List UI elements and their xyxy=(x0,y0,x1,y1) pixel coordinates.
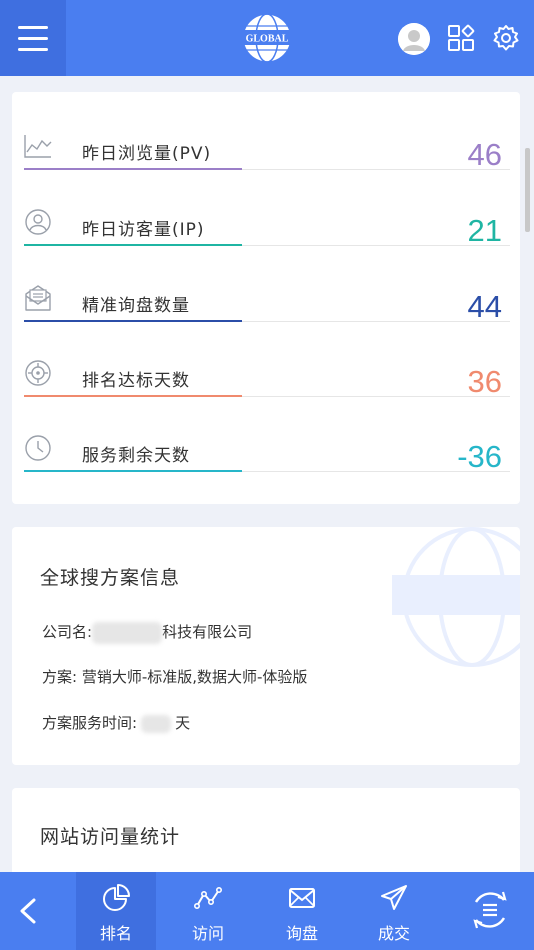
nav-label: 询盘 xyxy=(285,924,318,943)
nav-visits[interactable]: 访问 xyxy=(168,872,248,950)
company-suffix: 科技有限公司 xyxy=(162,623,253,641)
mail-icon xyxy=(25,285,51,311)
stat-value: -36 xyxy=(457,439,502,474)
service-time-line: 方案服务时间: 天 xyxy=(42,712,190,733)
menu-icon xyxy=(18,25,48,29)
stat-underline xyxy=(24,244,242,246)
visit-stats-title: 网站访问量统计 xyxy=(40,826,181,848)
redacted-company xyxy=(92,621,163,644)
stat-label: 服务剩余天数 xyxy=(82,446,190,466)
service-time-suffix: 天 xyxy=(175,714,191,732)
avatar[interactable] xyxy=(398,23,430,55)
stats-card: 昨日浏览量(PV) 46 昨日访客量(IP) 21 精准询盘数量 44 排名达标… xyxy=(12,92,520,504)
nav-label: 排名 xyxy=(99,924,132,943)
stat-value: 44 xyxy=(467,289,502,324)
apps-icon[interactable] xyxy=(447,24,475,52)
stat-row-service-days[interactable]: 服务剩余天数 -36 xyxy=(24,412,510,474)
gear-icon[interactable] xyxy=(492,24,520,52)
stat-row-pv[interactable]: 昨日浏览量(PV) 46 xyxy=(24,110,510,172)
circle-menu-icon[interactable] xyxy=(468,888,512,932)
stat-label: 昨日访客量(IP) xyxy=(82,220,205,240)
menu-button[interactable] xyxy=(0,0,66,76)
stat-label: 排名达标天数 xyxy=(82,371,190,391)
stat-underline xyxy=(24,395,242,397)
stat-underline xyxy=(24,320,242,322)
nav-label: 成交 xyxy=(377,924,410,943)
global-logo-icon: GLOBAL xyxy=(240,13,294,63)
nav-deals[interactable]: 成交 xyxy=(354,872,434,950)
send-icon xyxy=(381,885,407,910)
stat-label: 昨日浏览量(PV) xyxy=(82,144,212,164)
line-chart-icon xyxy=(24,135,52,158)
trend-icon xyxy=(194,886,222,909)
nav-label: 访问 xyxy=(191,924,224,943)
envelope-icon xyxy=(289,888,315,908)
stat-row-ranking[interactable]: 排名达标天数 36 xyxy=(24,337,510,399)
stat-row-inquiry[interactable]: 精准询盘数量 44 xyxy=(24,262,510,324)
stat-row-ip[interactable]: 昨日访客量(IP) 21 xyxy=(24,186,510,248)
pie-chart-icon xyxy=(103,884,130,911)
nav-inquiry[interactable]: 询盘 xyxy=(262,872,342,950)
redacted-days xyxy=(141,714,172,733)
svg-text:GLOBAL: GLOBAL xyxy=(246,34,289,45)
visitor-icon xyxy=(25,209,51,235)
user-icon xyxy=(398,23,430,55)
top-bar: GLOBAL xyxy=(0,0,534,76)
company-label: 公司名: xyxy=(42,623,93,641)
clock-icon xyxy=(25,435,51,461)
stat-value: 21 xyxy=(467,213,502,248)
service-time-label: 方案服务时间: xyxy=(42,714,138,732)
back-icon[interactable] xyxy=(10,894,46,928)
plan-title: 全球搜方案信息 xyxy=(40,567,181,589)
stat-underline xyxy=(24,168,242,170)
stat-value: 46 xyxy=(467,137,502,172)
global-watermark-icon xyxy=(392,527,520,667)
company-line: 公司名: 科技有限公司 xyxy=(42,621,252,644)
stat-label: 精准询盘数量 xyxy=(82,296,190,316)
nav-ranking[interactable]: 排名 xyxy=(76,872,156,950)
bottom-nav: 排名 访问 询盘 成交 xyxy=(0,872,534,950)
scrollbar[interactable] xyxy=(525,148,530,232)
stat-underline xyxy=(24,470,242,472)
stat-value: 36 xyxy=(467,364,502,399)
plan-info-card: 全球搜方案信息 公司名: 科技有限公司 方案: 营销大师-标准版,数据大师-体验版… xyxy=(12,527,520,765)
plan-line: 方案: 营销大师-标准版,数据大师-体验版 xyxy=(42,668,308,686)
target-icon xyxy=(25,360,51,386)
